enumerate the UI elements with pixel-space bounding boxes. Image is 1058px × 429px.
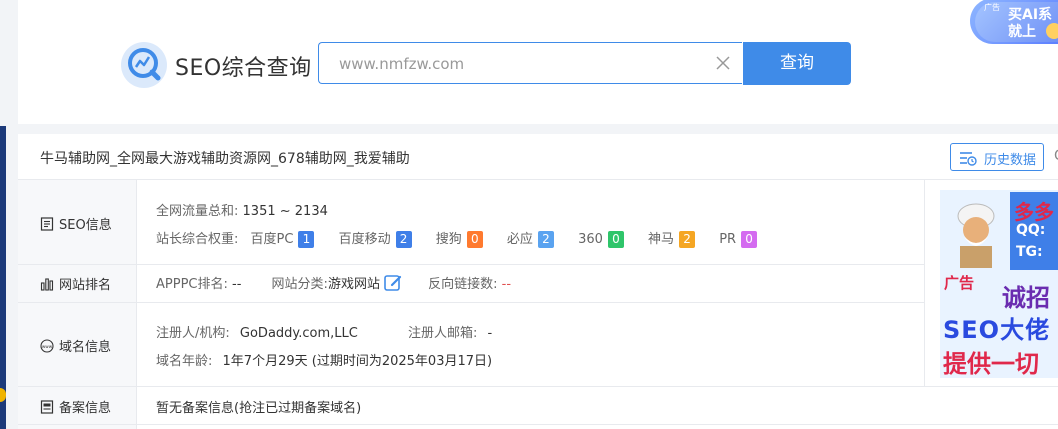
domain-info-label: www 域名信息 [40, 336, 111, 355]
mascot-image [957, 203, 995, 268]
metric-360[interactable]: 360 0 [578, 231, 624, 248]
divider [18, 386, 1058, 387]
apppc-value: -- [232, 277, 242, 292]
brand-title: SEO综合查询 [175, 56, 312, 81]
metric-badge: 2 [537, 231, 554, 248]
email-line: 注册人邮箱: - [408, 322, 492, 341]
apppc-label: APPPC排名: [156, 277, 228, 292]
site-rank-text: 网站排名 [59, 278, 112, 293]
www-globe-icon: www [40, 339, 54, 353]
domain-info-text: 域名信息 [59, 340, 112, 355]
metric-badge: 0 [741, 231, 758, 248]
seo-info-label: SEO信息 [40, 214, 112, 233]
search-field[interactable] [318, 42, 742, 84]
more-indicator: C [1054, 148, 1058, 164]
email-value: - [487, 326, 493, 341]
weight-label: 站长综合权重: [156, 232, 239, 247]
site-title: 牛马辅助网_全网最大游戏辅助资源网_678辅助网_我爱辅助 [40, 151, 410, 167]
metric-baidu-pc[interactable]: 百度PC 1 [251, 228, 315, 248]
header-card: SEO综合查询 查询 广告 买AI系 就上 [18, 0, 1058, 124]
metric-name: 神马 [648, 232, 675, 247]
metric-name: PR [719, 232, 737, 247]
left-edge-strip [0, 126, 6, 429]
divider [18, 302, 924, 303]
bar-chart-icon [40, 278, 54, 291]
side-ad-banner[interactable]: 多多 QQ: TG: 广告 诚招 SEO大佬 提供一切 [940, 190, 1058, 378]
icp-info-text: 备案信息 [59, 401, 112, 416]
metric-sogou[interactable]: 搜狗 0 [436, 228, 483, 248]
divider [18, 424, 1058, 425]
registrant-label: 注册人/机构: [156, 326, 230, 341]
history-data-label: 历史数据 [984, 153, 1037, 168]
category-label: 网站分类: [271, 277, 328, 292]
email-label: 注册人邮箱: [408, 326, 478, 341]
top-ad-tag: 广告 [984, 3, 1000, 12]
site-rank-label: 网站排名 [40, 274, 111, 293]
metric-badge: 0 [466, 231, 483, 248]
registrant-line: 注册人/机构: GoDaddy.com,LLC [156, 322, 358, 341]
metric-name: 必应 [506, 232, 533, 247]
side-ad-line1: 诚招 [1002, 284, 1050, 312]
metric-shenma[interactable]: 神马 2 [648, 228, 696, 248]
metric-badge: 1 [298, 231, 315, 248]
top-ad-banner[interactable]: 广告 买AI系 就上 [970, 0, 1058, 44]
backlinks-label: 反向链接数: [428, 277, 498, 292]
side-ad-line2: SEO大佬 [943, 316, 1051, 344]
side-ad-tg: TG: [1016, 244, 1043, 260]
registrant-value: GoDaddy.com,LLC [239, 326, 358, 341]
metric-name: 搜狗 [435, 232, 462, 247]
side-ad-top-text: 多多 [1014, 200, 1054, 224]
side-ad-qq: QQ: [1016, 222, 1046, 238]
metric-name: 百度PC [250, 232, 294, 247]
traffic-label: 全网流量总和: [156, 204, 239, 219]
edit-icon[interactable] [384, 274, 402, 292]
expire-text: (过期时间为2025年03月17日) [311, 354, 493, 369]
vertical-divider [924, 180, 925, 386]
metric-pr[interactable]: PR 0 [719, 231, 758, 248]
traffic-value: 1351 ~ 2134 [242, 204, 328, 219]
divider [18, 179, 1058, 180]
record-book-icon [40, 400, 54, 414]
seo-info-text: SEO信息 [59, 218, 112, 233]
domain-age-line: 域名年龄: 1年7个月29天 (过期时间为2025年03月17日) [156, 350, 492, 369]
side-ad-tag: 广告 [944, 274, 975, 292]
rank-line: APPPC排名: -- 网站分类:游戏网站 反向链接数: -- [156, 273, 511, 292]
seo-logo-icon [121, 42, 167, 88]
search-button[interactable]: 查询 [743, 42, 851, 85]
coin-icon [1046, 23, 1058, 39]
history-data-button[interactable]: 历史数据 [950, 143, 1044, 171]
icp-info-label: 备案信息 [40, 397, 111, 416]
metric-baidu-mobile[interactable]: 百度移动 2 [339, 228, 412, 248]
traffic-line: 全网流量总和: 1351 ~ 2134 [156, 200, 328, 219]
site-info-card: 牛马辅助网_全网最大游戏辅助资源网_678辅助网_我爱辅助 历史数据 C SEO… [18, 134, 1058, 429]
svg-text:www: www [42, 344, 53, 349]
clear-icon[interactable] [714, 54, 732, 72]
icp-value: 暂无备案信息(抢注已过期备案域名) [156, 401, 362, 416]
backlinks-value: -- [501, 277, 512, 292]
metric-bing[interactable]: 必应 2 [507, 228, 554, 248]
category-value: 游戏网站 [327, 277, 380, 292]
metric-name: 360 [578, 232, 603, 247]
edge-marker [0, 388, 6, 402]
weight-line: 站长综合权重: 百度PC 1 百度移动 2 搜狗 0 必应 2 360 0 神马 2 PR 0 [156, 228, 777, 248]
search-input[interactable] [337, 52, 701, 76]
divider [18, 264, 924, 265]
metric-name: 百度移动 [338, 232, 391, 247]
side-ad-line3: 提供一切 [943, 350, 1039, 378]
age-value: 1年7个月29天 [222, 354, 308, 369]
metric-badge: 2 [395, 231, 412, 248]
age-label: 域名年龄: [156, 354, 213, 369]
top-ad-line2: 就上 [1008, 24, 1036, 40]
metric-badge: 0 [607, 231, 624, 248]
metric-badge: 2 [679, 231, 696, 248]
history-list-icon [960, 152, 977, 166]
document-icon [40, 217, 54, 231]
